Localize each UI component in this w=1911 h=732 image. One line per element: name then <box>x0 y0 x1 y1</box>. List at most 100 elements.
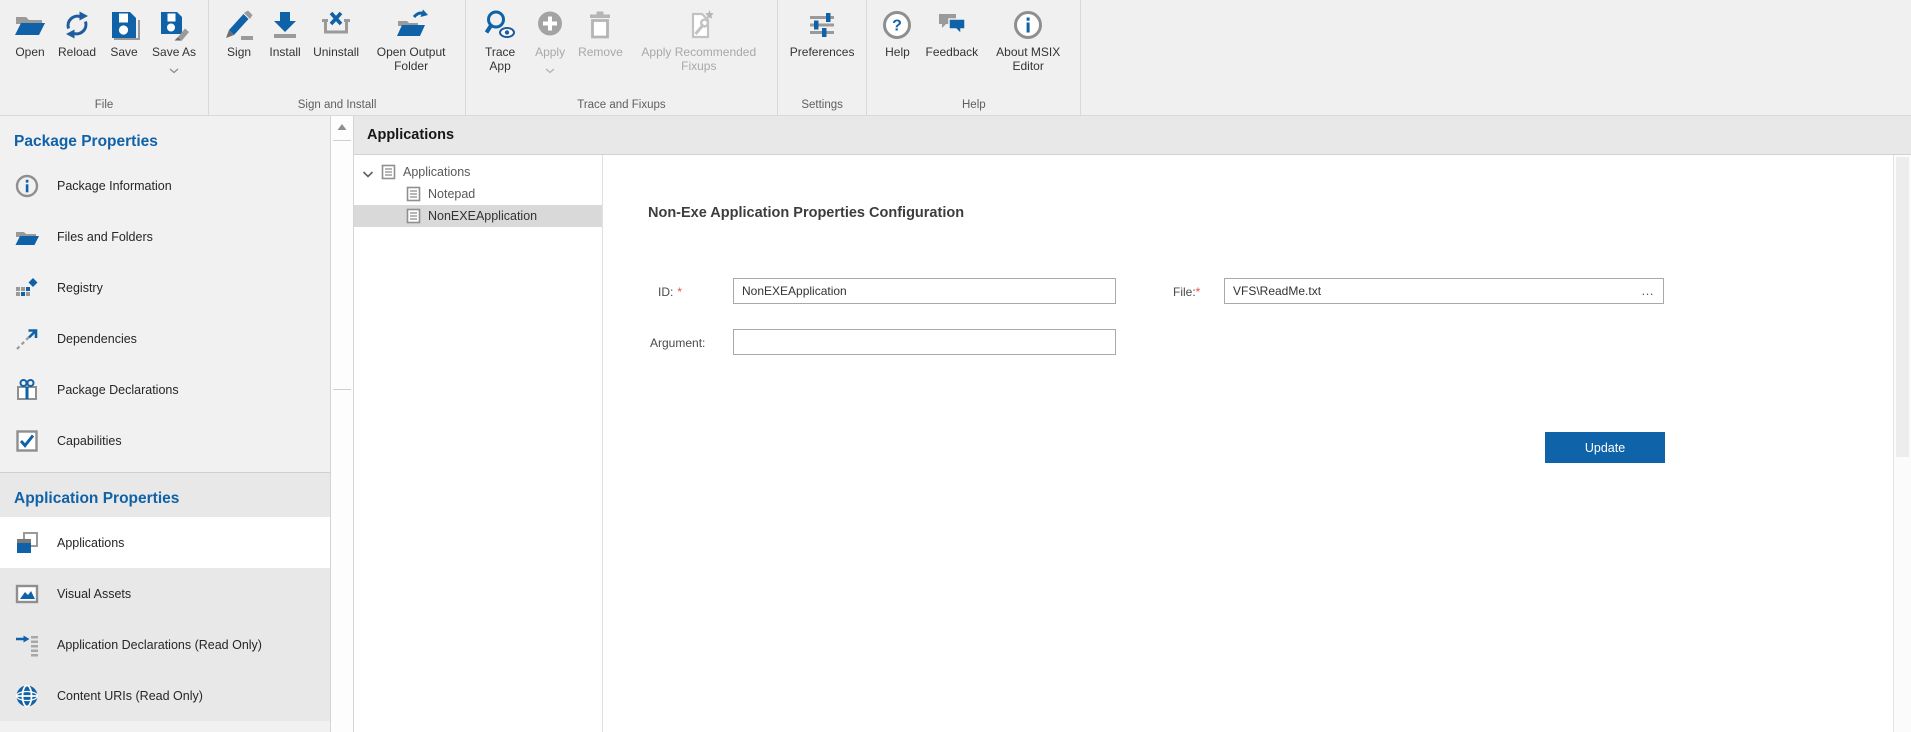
open-output-folder-label: Open Output Folder <box>369 45 453 73</box>
document-icon <box>406 208 421 224</box>
sidebar-item-label: Applications <box>57 536 124 550</box>
sidebar-item-application-declarations[interactable]: Application Declarations (Read Only) <box>0 619 330 670</box>
preferences-sliders-icon <box>805 8 839 42</box>
sidebar-item-capabilities[interactable]: Capabilities <box>0 415 330 466</box>
open-output-folder-button[interactable]: Open Output Folder <box>364 7 458 74</box>
content-scrollbar-thumb[interactable] <box>1896 157 1909 457</box>
save-as-label: Save As <box>152 45 196 59</box>
feedback-icon <box>935 8 969 42</box>
ribbon-group-sign-and-install: Sign Install Uninstall Open Output Folde… <box>209 0 466 115</box>
ribbon-group-label-sign-and-install: Sign and Install <box>216 98 458 115</box>
save-icon <box>107 8 141 42</box>
sidebar-scrollbar-thumb[interactable] <box>333 140 351 390</box>
help-label: Help <box>885 45 910 59</box>
sidebar-scrollbar[interactable] <box>330 116 354 732</box>
help-icon: ? <box>880 8 914 42</box>
ribbon-group-trace-and-fixups: Trace App Apply Remove <box>466 0 778 115</box>
image-icon <box>14 581 40 607</box>
save-button[interactable]: Save <box>101 7 147 60</box>
sidebar-item-label: Registry <box>57 281 103 295</box>
reload-button[interactable]: Reload <box>53 7 101 60</box>
sidebar-item-label: Dependencies <box>57 332 137 346</box>
browse-button[interactable]: … <box>1641 284 1655 297</box>
feedback-button[interactable]: Feedback <box>920 7 983 60</box>
about-info-icon <box>1011 8 1045 42</box>
argument-field-label: Argument: <box>650 336 705 350</box>
application-properties-form: Non-Exe Application Properties Configura… <box>603 155 1893 732</box>
ribbon-group-label-settings: Settings <box>785 98 860 115</box>
sidebar-item-dependencies[interactable]: Dependencies <box>0 313 330 364</box>
uninstall-button[interactable]: Uninstall <box>308 7 364 60</box>
ribbon-group-settings: Preferences Settings <box>778 0 868 115</box>
sidebar-item-label: Capabilities <box>57 434 122 448</box>
tree-item-label: Applications <box>403 165 470 179</box>
app-windows-icon <box>14 530 40 556</box>
sidebar-item-package-declarations[interactable]: Package Declarations <box>0 364 330 415</box>
arrow-list-icon <box>14 632 40 658</box>
content-scrollbar[interactable] <box>1893 155 1911 732</box>
sign-label: Sign <box>227 45 251 59</box>
page-title: Applications <box>354 116 1911 155</box>
gift-box-icon <box>14 377 40 403</box>
applications-tree: Applications Notepad NonEXEApplication <box>354 155 603 732</box>
sidebar-item-registry[interactable]: Registry <box>0 262 330 313</box>
application-properties-heading: Application Properties <box>0 473 330 517</box>
globe-icon <box>14 683 40 709</box>
update-button[interactable]: Update <box>1545 432 1665 463</box>
preferences-button[interactable]: Preferences <box>785 7 860 60</box>
info-circle-icon <box>14 173 40 199</box>
sidebar-item-label: Visual Assets <box>57 587 131 601</box>
reload-icon <box>60 8 94 42</box>
save-as-icon <box>157 8 191 42</box>
tree-item-label: Notepad <box>428 187 475 201</box>
open-button[interactable]: Open <box>7 7 53 60</box>
file-input[interactable] <box>1224 278 1664 304</box>
sign-button[interactable]: Sign <box>216 7 262 60</box>
install-button[interactable]: Install <box>262 7 308 60</box>
sidebar-item-label: Files and Folders <box>57 230 153 244</box>
application-properties-section: Application Properties Applications Visu… <box>0 472 330 721</box>
apply-recommended-fixups-label: Apply Recommended Fixups <box>633 45 765 73</box>
sidebar-item-files-and-folders[interactable]: Files and Folders <box>0 211 330 262</box>
preferences-label: Preferences <box>790 45 855 59</box>
form-heading: Non-Exe Application Properties Configura… <box>648 205 964 221</box>
trace-app-icon <box>483 8 517 42</box>
scrollbar-up-arrow-icon[interactable] <box>333 118 351 136</box>
id-field-label: ID:* <box>658 285 682 299</box>
save-as-button[interactable]: Save As <box>147 7 201 68</box>
required-asterisk: * <box>1196 285 1201 299</box>
ribbon-group-label-trace-and-fixups: Trace and Fixups <box>473 98 770 115</box>
apply-dropdown-chevron-icon <box>545 61 555 67</box>
install-arrow-icon <box>268 8 302 42</box>
about-msix-editor-button[interactable]: About MSIX Editor <box>983 7 1073 74</box>
sidebar-item-visual-assets[interactable]: Visual Assets <box>0 568 330 619</box>
sidebar-item-package-information[interactable]: Package Information <box>0 160 330 211</box>
feedback-label: Feedback <box>925 45 978 59</box>
apply-button[interactable]: Apply <box>527 7 573 68</box>
remove-button[interactable]: Remove <box>573 7 628 60</box>
uninstall-label: Uninstall <box>313 45 359 59</box>
tree-expand-chevron-icon[interactable] <box>362 168 374 177</box>
tree-item-notepad[interactable]: Notepad <box>354 183 602 205</box>
id-input[interactable] <box>733 278 1116 304</box>
ribbon-group-label-help: Help <box>874 98 1073 115</box>
about-msix-editor-label: About MSIX Editor <box>988 45 1068 73</box>
sidebar-item-content-uris[interactable]: Content URIs (Read Only) <box>0 670 330 721</box>
trace-app-button[interactable]: Trace App <box>473 7 527 74</box>
required-asterisk: * <box>677 285 682 299</box>
uninstall-icon <box>319 8 353 42</box>
ribbon-toolbar: Open Reload Save Save As <box>0 0 1911 116</box>
checkbox-icon <box>14 428 40 454</box>
tree-item-label: NonEXEApplication <box>428 209 537 223</box>
tree-item-applications-root[interactable]: Applications <box>354 161 602 183</box>
sidebar-item-applications[interactable]: Applications <box>0 517 330 568</box>
save-as-dropdown-chevron-icon[interactable] <box>169 61 179 67</box>
remove-trash-icon <box>583 8 617 42</box>
sidebar-item-label: Package Declarations <box>57 383 179 397</box>
apply-recommended-fixups-button[interactable]: Apply Recommended Fixups <box>628 7 770 74</box>
tree-item-nonexeapplication[interactable]: NonEXEApplication <box>354 205 602 227</box>
remove-label: Remove <box>578 45 623 59</box>
package-properties-heading: Package Properties <box>0 116 330 160</box>
argument-input[interactable] <box>733 329 1116 355</box>
help-button[interactable]: ? Help <box>874 7 920 60</box>
